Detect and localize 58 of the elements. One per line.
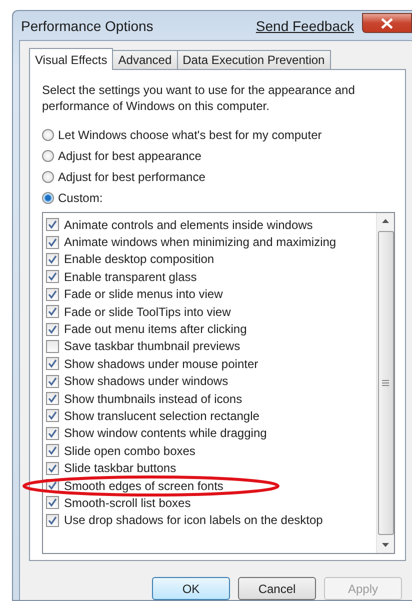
scrollbar[interactable] xyxy=(376,213,394,553)
checkbox[interactable] xyxy=(46,340,59,353)
checkbox[interactable] xyxy=(46,305,59,318)
radio-label: Adjust for best performance xyxy=(58,170,206,184)
checkbox[interactable] xyxy=(46,270,59,284)
close-button[interactable] xyxy=(362,13,412,33)
checkbox-label: Enable desktop composition xyxy=(64,252,214,266)
checkbox-label: Show translucent selection rectangle xyxy=(64,408,260,423)
checkbox-label: Show shadows under mouse pointer xyxy=(64,356,258,371)
tab[interactable]: Data Execution Prevention xyxy=(176,50,331,69)
checkbox[interactable] xyxy=(46,426,59,440)
checkbox-label: Enable transparent glass xyxy=(64,270,197,284)
checkbox[interactable] xyxy=(46,392,59,406)
radio-button[interactable] xyxy=(42,128,54,140)
window-title: Performance Options xyxy=(20,18,154,34)
checkbox-label: Show shadows under windows xyxy=(64,374,228,388)
checkbox-label: Fade out menu items after clicking xyxy=(64,322,247,336)
grip-icon xyxy=(382,380,389,386)
checkbox-label: Slide open combo boxes xyxy=(64,444,196,458)
description-text: Select the settings you want to use for the appearance and performance of Windows on this computer. xyxy=(42,82,356,114)
checkbox[interactable] xyxy=(46,496,59,510)
radio-label: Custom: xyxy=(58,190,103,204)
checkbox[interactable] xyxy=(46,322,59,336)
checkbox-label: Fade or slide ToolTips into view xyxy=(64,304,231,319)
radio-label: Adjust for best appearance xyxy=(58,148,202,162)
checkbox-label: Animate windows when minimizing and maximizing xyxy=(64,235,336,250)
scroll-up-icon[interactable] xyxy=(382,219,389,223)
checkbox[interactable] xyxy=(46,374,59,388)
radio-button[interactable] xyxy=(42,192,54,204)
checkbox-label: Save taskbar thumbnail previews xyxy=(64,339,240,354)
checkbox[interactable] xyxy=(46,409,59,422)
checkbox-label: Smooth edges of screen fonts xyxy=(64,478,224,493)
radio-label: Let Windows choose what's best for my computer xyxy=(58,128,322,142)
checkbox[interactable] xyxy=(46,218,59,232)
tab[interactable]: Advanced xyxy=(112,50,178,69)
checkbox-label: Use drop shadows for icon labels on the desktop xyxy=(64,513,323,528)
dialog-button[interactable]: Cancel xyxy=(238,577,316,600)
radio-button[interactable] xyxy=(42,150,54,162)
scroll-thumb[interactable] xyxy=(378,231,394,535)
checkbox[interactable] xyxy=(46,444,59,458)
checkbox-label: Show thumbnails instead of icons xyxy=(64,392,242,406)
close-icon xyxy=(381,18,393,28)
checkbox-label: Slide taskbar buttons xyxy=(64,461,176,476)
checkbox-label: Show window contents while dragging xyxy=(64,426,267,440)
dialog-button[interactable]: OK xyxy=(152,577,230,600)
checkbox[interactable] xyxy=(46,514,59,527)
checkbox-label: Animate controls and elements inside windows xyxy=(64,218,313,232)
checkbox[interactable] xyxy=(46,462,59,475)
checkbox[interactable] xyxy=(46,357,59,370)
scroll-down-icon[interactable] xyxy=(382,543,389,547)
radio-button[interactable] xyxy=(42,170,54,182)
tab[interactable]: Visual Effects xyxy=(29,48,114,70)
checkbox[interactable] xyxy=(46,288,59,301)
send-feedback-link[interactable]: Send Feedback xyxy=(256,18,354,34)
checkbox[interactable] xyxy=(46,236,59,249)
checkbox-label: Smooth-scroll list boxes xyxy=(64,496,191,510)
checkbox[interactable] xyxy=(46,252,59,266)
checkbox-label: Fade or slide menus into view xyxy=(64,287,223,302)
